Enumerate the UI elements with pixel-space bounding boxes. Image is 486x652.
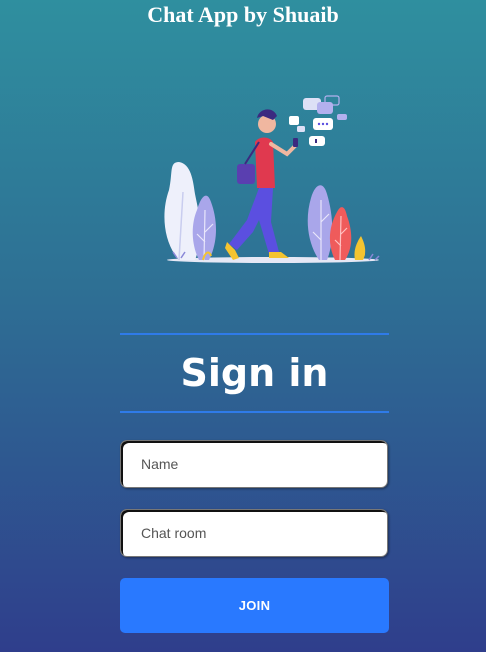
right-purple-leaf xyxy=(307,185,333,260)
phone xyxy=(293,138,298,147)
app-title: Chat App by Shuaib xyxy=(147,2,339,27)
heading-top-divider xyxy=(120,333,389,335)
signin-heading: Sign in xyxy=(180,351,329,395)
join-button[interactable]: JOIN xyxy=(120,578,389,633)
name-input[interactable] xyxy=(120,440,388,488)
chat-room-input[interactable] xyxy=(120,509,388,557)
heading-bottom-divider xyxy=(120,411,389,413)
person-chatting-illustration xyxy=(164,95,380,263)
person-bag xyxy=(237,164,255,184)
person-legs xyxy=(229,188,279,254)
